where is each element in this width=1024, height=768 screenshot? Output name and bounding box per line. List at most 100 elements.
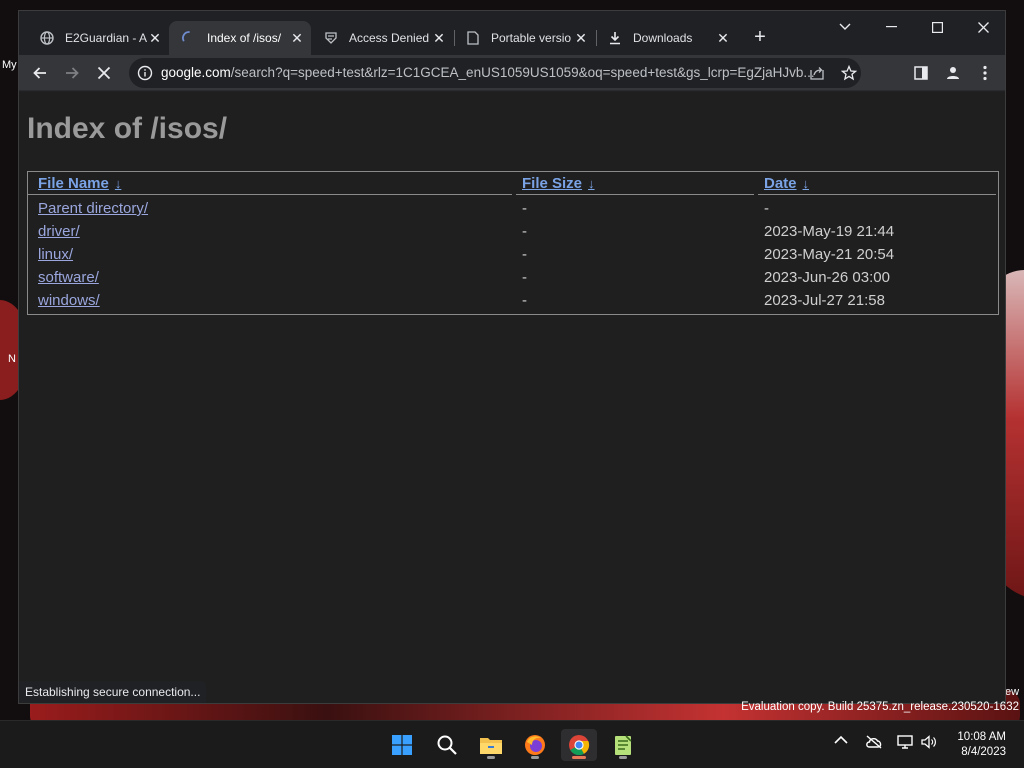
notepad-plus-button[interactable] <box>605 729 641 761</box>
file-link-windows[interactable]: windows/ <box>38 292 100 309</box>
tab-access-denied[interactable]: Access Denied ✕ <box>311 21 453 55</box>
speaker-icon <box>921 735 936 749</box>
chrome-window: E2Guardian - A ✕ Index of /isos/ ✕ Acces… <box>18 10 1006 704</box>
file-date-cell: 2023-Jun-26 03:00 <box>764 269 890 286</box>
maximize-icon <box>931 21 943 33</box>
start-button[interactable] <box>384 729 420 761</box>
browser-toolbar: google.com/search?q=speed+test&rlz=1C1GC… <box>19 55 1005 91</box>
file-link-linux[interactable]: linux/ <box>38 246 73 263</box>
tab-search-button[interactable] <box>822 13 868 41</box>
evaluation-watermark: Evaluation copy. Build 25375.zn_release.… <box>741 701 1019 713</box>
more-vertical-icon <box>983 65 987 81</box>
page-title: Index of /isos/ <box>27 112 228 145</box>
status-bubble: Establishing secure connection... <box>19 681 207 703</box>
file-size-cell: - <box>522 223 527 240</box>
tab-title: Portable versio <box>491 31 572 45</box>
sort-arrow-icon: ↓ <box>588 176 595 191</box>
url-path: /search?q=speed+test&rlz=1C1GCEA_enUS105… <box>230 65 815 80</box>
tab-e2guardian[interactable]: E2Guardian - A ✕ <box>27 21 169 55</box>
firefox-button[interactable] <box>517 729 553 761</box>
url-host: google.com <box>161 65 231 80</box>
file-link-software[interactable]: software/ <box>38 269 99 286</box>
desktop-label-left[interactable]: My <box>2 59 17 71</box>
firefox-icon <box>525 735 545 755</box>
chrome-icon <box>569 735 590 756</box>
close-tab-icon[interactable]: ✕ <box>431 30 447 46</box>
site-info-icon[interactable] <box>137 65 153 86</box>
chevron-up-icon <box>834 735 848 744</box>
search-icon <box>437 735 457 755</box>
file-link-driver[interactable]: driver/ <box>38 223 80 240</box>
desktop-label-left-lower[interactable]: N <box>8 353 16 365</box>
forward-button[interactable] <box>58 59 86 87</box>
file-listing-table: File Name ↓ File Size ↓ Date ↓ Parent direc… <box>27 171 999 315</box>
file-explorer-icon <box>480 738 502 754</box>
file-size-cell: - <box>522 269 527 286</box>
header-label: File Name <box>38 175 109 192</box>
close-window-button[interactable] <box>960 13 1006 41</box>
chrome-button[interactable] <box>561 729 597 761</box>
file-link-parent-directory[interactable]: Parent directory/ <box>38 200 148 217</box>
file-date-cell: 2023-May-19 21:44 <box>764 223 895 240</box>
table-row: windows/ - 2023-Jul-27 21:58 <box>28 289 998 312</box>
column-header-file-size[interactable]: File Size ↓ <box>522 175 595 192</box>
stop-icon <box>97 66 111 80</box>
system-clock[interactable]: 10:08 AM 8/4/2023 <box>948 730 1006 760</box>
new-tab-button[interactable]: + <box>749 26 771 48</box>
close-tab-icon[interactable]: ✕ <box>289 30 305 46</box>
column-header-file-name[interactable]: File Name ↓ <box>38 175 121 192</box>
close-tab-icon[interactable]: ✕ <box>573 30 589 46</box>
table-header-row: File Name ↓ File Size ↓ Date ↓ <box>28 172 998 195</box>
loading-spinner-icon <box>181 30 197 46</box>
tab-title: Index of /isos/ <box>207 31 282 45</box>
header-divider <box>758 194 996 195</box>
desktop-label-right[interactable]: ew <box>1005 686 1019 698</box>
globe-icon <box>39 30 55 46</box>
table-row: driver/ - 2023-May-19 21:44 <box>28 220 998 243</box>
tab-strip: E2Guardian - A ✕ Index of /isos/ ✕ Acces… <box>19 11 1005 55</box>
tab-title: E2Guardian - A <box>65 31 147 45</box>
onedrive-button[interactable] <box>865 735 883 749</box>
address-bar[interactable]: google.com/search?q=speed+test&rlz=1C1GC… <box>129 58 861 88</box>
show-hidden-icons-button[interactable] <box>834 735 848 745</box>
file-size-cell: - <box>522 200 527 217</box>
back-arrow-icon <box>33 67 46 79</box>
volume-button[interactable] <box>921 735 937 749</box>
header-label: Date <box>764 175 797 192</box>
stop-loading-button[interactable] <box>90 59 118 87</box>
download-icon <box>607 30 623 46</box>
bookmark-star-icon[interactable] <box>840 64 858 86</box>
tab-index-of-isos[interactable]: Index of /isos/ ✕ <box>169 21 311 55</box>
page-content: Index of /isos/ File Name ↓ File Size ↓ Da… <box>19 92 1005 703</box>
tab-title: Downloads <box>633 31 693 45</box>
side-panel-icon <box>914 66 928 80</box>
url-text[interactable]: google.com/search?q=speed+test&rlz=1C1GC… <box>161 65 815 80</box>
menu-button[interactable] <box>971 59 999 87</box>
clock-time: 10:08 AM <box>957 731 1006 743</box>
share-icon[interactable] <box>809 65 825 86</box>
close-tab-icon[interactable]: ✕ <box>715 30 731 46</box>
file-date-cell: 2023-Jul-27 21:58 <box>764 292 885 309</box>
column-header-date[interactable]: Date ↓ <box>764 175 809 192</box>
sort-arrow-icon: ↓ <box>802 176 810 191</box>
table-row: Parent directory/ - - <box>28 197 998 220</box>
side-panel-button[interactable] <box>907 59 935 87</box>
header-divider <box>28 194 512 195</box>
site-icon <box>323 30 339 46</box>
tab-title: Access Denied <box>349 31 430 45</box>
tab-downloads[interactable]: Downloads ✕ <box>595 21 737 55</box>
file-date-cell: 2023-May-21 20:54 <box>764 246 895 263</box>
network-button[interactable] <box>897 735 915 749</box>
back-button[interactable] <box>26 59 54 87</box>
minimize-button[interactable] <box>868 13 914 41</box>
profile-button[interactable] <box>939 59 967 87</box>
close-tab-icon[interactable]: ✕ <box>147 30 163 46</box>
running-indicator <box>619 756 627 759</box>
close-icon <box>977 21 989 33</box>
maximize-button[interactable] <box>914 13 960 41</box>
table-row: software/ - 2023-Jun-26 03:00 <box>28 266 998 289</box>
taskbar-search-button[interactable] <box>429 729 465 761</box>
tab-portable-version[interactable]: Portable versio ✕ <box>453 21 595 55</box>
file-explorer-button[interactable] <box>473 729 509 761</box>
forward-arrow-icon <box>66 67 79 79</box>
